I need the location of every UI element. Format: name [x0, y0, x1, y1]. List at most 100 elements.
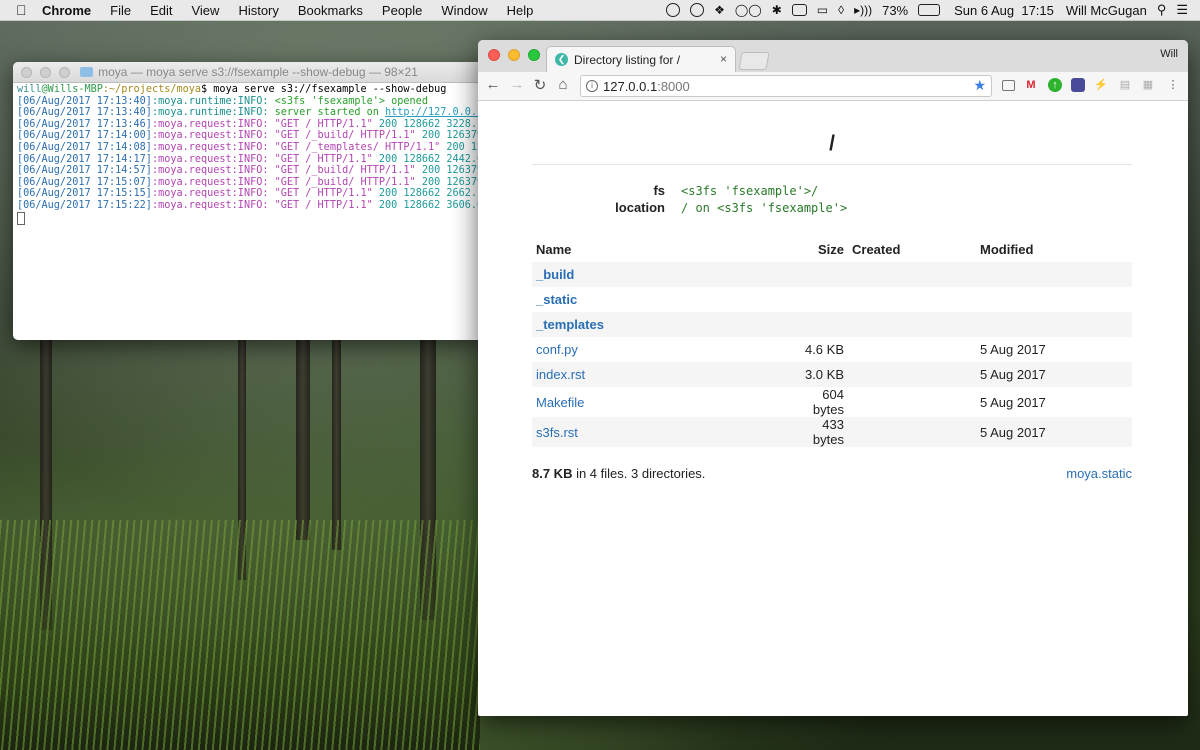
table-header: Name Size Created Modified — [532, 237, 1132, 262]
location-value: / on <s3fs 'fsexample'> — [681, 201, 848, 215]
menu-people[interactable]: People — [382, 3, 422, 18]
menu-bookmarks[interactable]: Bookmarks — [298, 3, 363, 18]
menu-dots-icon[interactable]: ⋮ — [1166, 78, 1180, 92]
address-bar[interactable]: i 127.0.0.1:8000 ★ — [580, 75, 992, 97]
browser-minimize-button[interactable] — [508, 49, 520, 61]
server-url-link[interactable]: http://127.0.0.1:80 — [385, 107, 485, 118]
menu-view[interactable]: View — [191, 3, 219, 18]
tab-directory-listing[interactable]: ❮ Directory listing for / × — [546, 46, 736, 72]
location-label: location — [615, 200, 665, 215]
address-url: 127.0.0.1:8000 — [603, 79, 690, 94]
cell-size: 604 bytes — [812, 387, 844, 417]
table-row: index.rst 3.0 KB 5 Aug 2017 — [532, 362, 1132, 387]
bookmark-star-icon[interactable]: ★ — [973, 77, 986, 94]
cell-modified — [976, 312, 1132, 337]
terminal-close-button[interactable] — [21, 67, 32, 78]
menu-app-name[interactable]: Chrome — [42, 3, 91, 18]
glasses-icon[interactable]: ◯◯ — [735, 3, 762, 17]
screenshot-icon[interactable]: ▦ — [1141, 78, 1155, 92]
airplay-icon[interactable]: ▭ — [817, 3, 828, 17]
browser-zoom-button[interactable] — [528, 49, 540, 61]
summary-total-size: 8.7 KB — [532, 466, 573, 481]
table-row: _templates — [532, 312, 1132, 337]
cell-created — [848, 287, 976, 312]
menu-help[interactable]: Help — [507, 3, 534, 18]
cell-size — [790, 262, 848, 287]
browser-close-button[interactable] — [488, 49, 500, 61]
dir-link-static[interactable]: _static — [536, 292, 577, 307]
dir-link-build[interactable]: _build — [536, 267, 574, 282]
terminal-zoom-button[interactable] — [59, 67, 70, 78]
gmail-icon[interactable]: M — [1024, 78, 1038, 92]
cell-modified — [976, 262, 1132, 287]
tab-close-icon[interactable]: × — [720, 52, 727, 66]
browser-toolbar: ← → ↻ ⌂ i 127.0.0.1:8000 ★ M ↑ ⚡ ▤ ▦ ⋮ — [478, 72, 1188, 101]
terminal-titlebar[interactable]: moya — moya serve s3://fsexample --show-… — [13, 62, 485, 83]
lightning-icon[interactable]: ⚡ — [1094, 78, 1108, 92]
table-row: conf.py 4.6 KB 5 Aug 2017 — [532, 337, 1132, 362]
home-icon[interactable]: ⌂ — [554, 76, 572, 93]
creative-cloud-icon[interactable] — [666, 3, 681, 17]
table-row: Makefile 604 bytes 5 Aug 2017 — [532, 387, 1132, 417]
extension-icon[interactable] — [1071, 78, 1085, 92]
profile-button[interactable]: Will — [1160, 48, 1178, 60]
cell-size: 433 bytes — [790, 417, 848, 447]
terminal-minimize-button[interactable] — [40, 67, 51, 78]
dir-link-templates[interactable]: _templates — [536, 317, 604, 332]
back-arrow-icon[interactable]: ← — [484, 76, 502, 93]
bluetooth-icon[interactable]: ✱ — [772, 3, 782, 17]
file-link-makefile[interactable]: Makefile — [536, 395, 584, 410]
reload-icon[interactable]: ↻ — [531, 76, 549, 94]
moya-static-link[interactable]: moya.static — [1066, 466, 1132, 481]
spotlight-search-icon[interactable]: ⚲ — [1157, 2, 1167, 18]
log-line: [06/Aug/2017 17:14:17]:moya.request:INFO… — [17, 153, 485, 165]
page-content: / fs <s3fs 'fsexample'>/ location / on <s3… — [532, 100, 1132, 481]
camera-icon[interactable]: ▤ — [1118, 78, 1132, 92]
table-row: _static — [532, 287, 1132, 312]
menubar-clock[interactable]: Sun 6 Aug 17:15 — [954, 3, 1054, 18]
new-tab-button[interactable] — [738, 52, 770, 70]
file-link-s3fs-rst[interactable]: s3fs.rst — [536, 425, 578, 440]
update-icon[interactable]: ↑ — [1048, 78, 1062, 92]
file-link-conf-py[interactable]: conf.py — [536, 342, 578, 357]
cell-created — [848, 417, 976, 447]
tab-strip: ❮ Directory listing for / × Will — [478, 40, 1188, 72]
menu-edit[interactable]: Edit — [150, 3, 172, 18]
log-line: [06/Aug/2017 17:14:08]:moya.request:INFO… — [17, 141, 485, 153]
fs-value: <s3fs 'fsexample'>/ — [681, 184, 819, 198]
log-line: [06/Aug/2017 17:14:00]:moya.request:INFO… — [17, 130, 484, 142]
menubar-user[interactable]: Will McGugan — [1066, 3, 1147, 18]
wifi-icon[interactable]: ◊ — [838, 3, 844, 17]
cell-created — [848, 362, 976, 387]
menubar-status-area: ❖ ◯◯ ✱ ▭ ◊ ▸))) 73% Sun 6 Aug 17:15 Will… — [656, 0, 1188, 20]
cast-icon[interactable] — [1002, 80, 1015, 91]
prompt-host: @Wills-MBP — [41, 84, 103, 95]
cell-created — [848, 387, 976, 417]
table-row: _build — [532, 262, 1132, 287]
volume-icon[interactable]: ▸))) — [854, 3, 872, 17]
summary-counts: in 4 files. 3 directories. — [572, 466, 706, 481]
dropbox-icon[interactable]: ❖ — [714, 3, 725, 17]
keyboard-icon[interactable] — [791, 4, 807, 16]
menu-history[interactable]: History — [238, 3, 278, 18]
cell-modified — [976, 287, 1132, 312]
table-row: s3fs.rst 433 bytes 5 Aug 2017 — [532, 417, 1132, 447]
apple-menu-icon[interactable]:  — [16, 3, 30, 17]
notification-center-icon[interactable]: ☰ — [1176, 2, 1188, 18]
menu-file[interactable]: File — [110, 3, 131, 18]
cell-size — [790, 287, 848, 312]
menu-window[interactable]: Window — [441, 3, 487, 18]
battery-icon[interactable] — [918, 4, 941, 16]
forward-arrow-icon[interactable]: → — [508, 76, 526, 93]
battery-percentage[interactable]: 73% — [882, 3, 908, 18]
vpn-icon[interactable] — [690, 3, 705, 17]
cell-modified: 5 Aug 2017 — [976, 417, 1132, 447]
cell-size — [790, 312, 848, 337]
log-line: [06/Aug/2017 17:13:46]:moya.request:INFO… — [17, 118, 485, 130]
terminal-output[interactable]: will@Wills-MBP:~/projects/moya$ moya ser… — [13, 83, 485, 227]
file-link-index-rst[interactable]: index.rst — [536, 367, 585, 382]
site-info-icon[interactable]: i — [586, 80, 598, 92]
prompt-user: will — [17, 84, 42, 95]
column-created: Created — [852, 242, 901, 257]
log-line: [06/Aug/2017 17:13:40]:moya.runtime:INFO… — [17, 95, 428, 107]
